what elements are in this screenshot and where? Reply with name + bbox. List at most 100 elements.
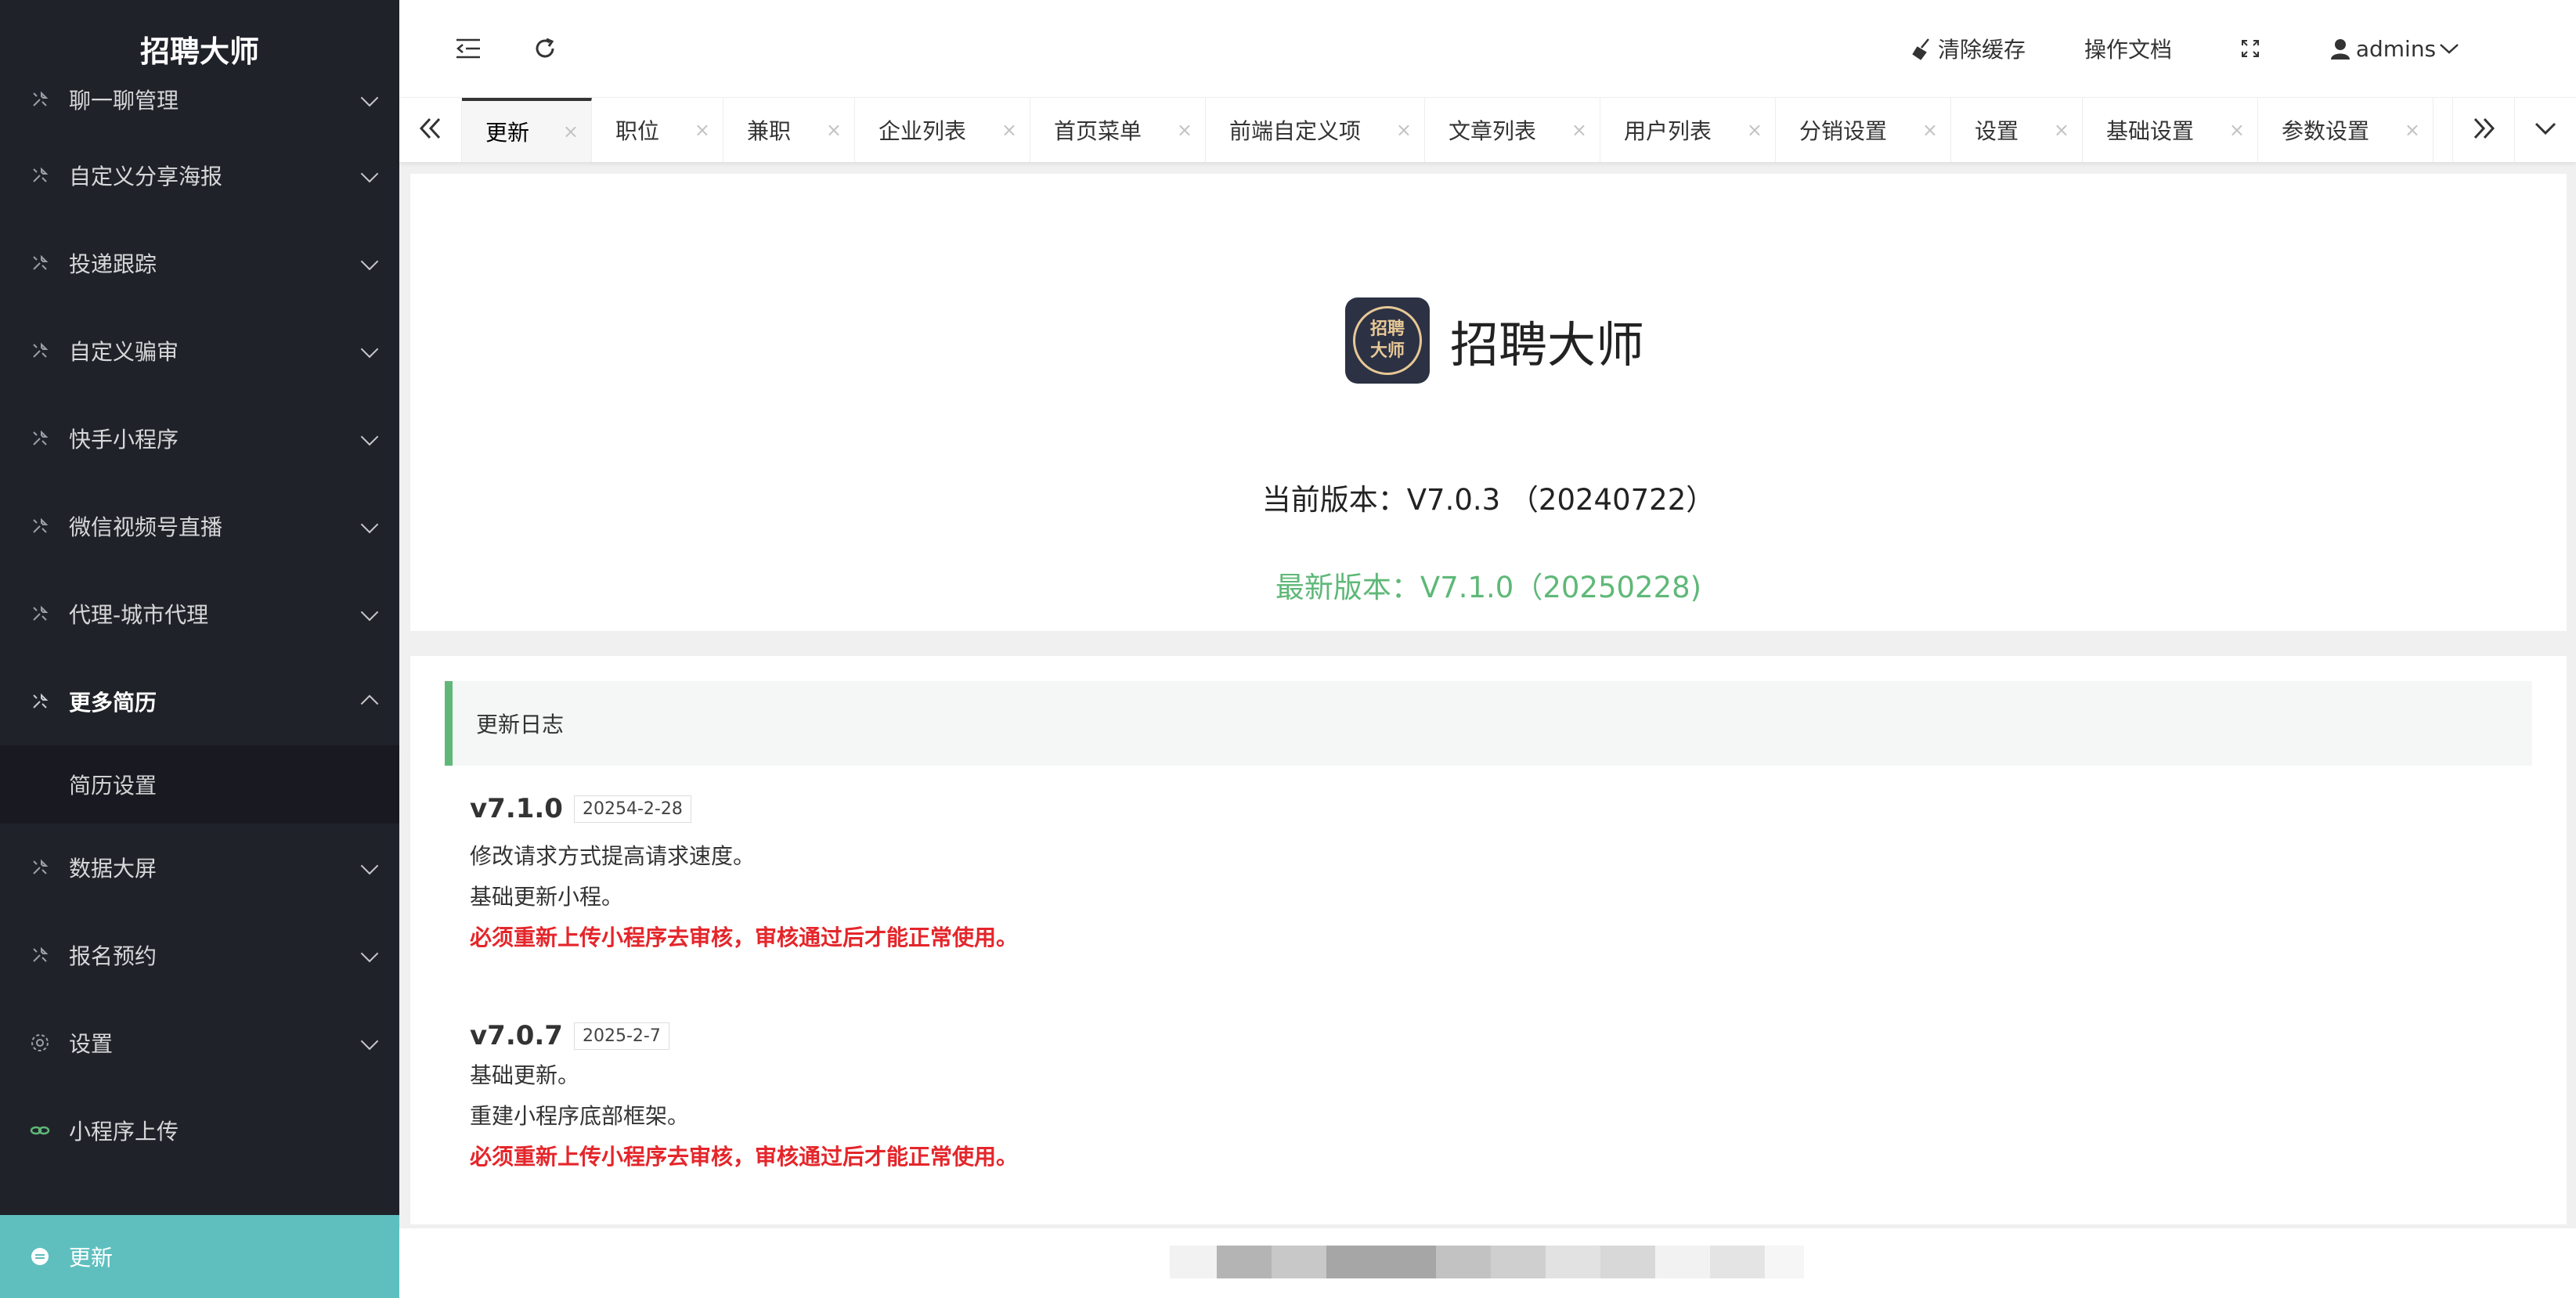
tab-part-time[interactable]: 兼职 × (723, 98, 855, 162)
tab-distribution-settings[interactable]: 分销设置 × (1776, 98, 1951, 162)
tab-label: 用户列表 (1624, 118, 1712, 144)
sidebar-item-wechat-live[interactable]: 微信视频号直播 (0, 482, 399, 570)
fullscreen-button[interactable] (2227, 0, 2274, 97)
tab-param-settings[interactable]: 参数设置 × (2258, 98, 2433, 162)
tab-label: 分销设置 (1799, 118, 1888, 144)
tools-icon (30, 604, 50, 624)
user-menu[interactable]: admins (2316, 0, 2473, 97)
close-icon[interactable]: × (695, 119, 710, 141)
version-card: 招聘 大师 招聘大师 当前版本：V7.0.3 （20240722） 最新版本：V… (410, 174, 2567, 631)
tabs-dropdown-button[interactable] (2515, 98, 2576, 162)
tools-icon (30, 516, 50, 536)
close-icon[interactable]: × (1922, 119, 1938, 141)
close-icon[interactable]: × (826, 119, 842, 141)
app-logo: 招聘 大师 (1345, 297, 1430, 384)
chevron-down-icon (360, 1032, 379, 1051)
sidebar-item-label: 数据大屏 (69, 856, 157, 882)
sidebar-item-data-screen[interactable]: 数据大屏 (0, 824, 399, 911)
tab-article-list[interactable]: 文章列表 × (1425, 98, 1600, 162)
tab-bar: 更新 × 职位 × 兼职 × 企业列表 × 首页菜单 × 前端自定义项 × 文章… (399, 97, 2576, 163)
sidebar-item-miniapp-upload[interactable]: 小程序上传 (0, 1087, 399, 1174)
close-icon[interactable]: × (1001, 119, 1017, 141)
logo-text-line1: 招聘 (1369, 319, 1405, 339)
double-chevron-right-icon (2470, 115, 2497, 145)
tabs: 更新 × 职位 × 兼职 × 企业列表 × 首页菜单 × 前端自定义项 × 文章… (462, 98, 2433, 162)
changelog-warning: 必须重新上传小程序去审核，审核通过后才能正常使用。 (470, 1144, 1019, 1170)
docs-link[interactable]: 操作文档 (2073, 0, 2183, 97)
close-icon[interactable]: × (1396, 119, 1412, 141)
indent-icon (455, 37, 482, 60)
tab-label: 企业列表 (879, 118, 967, 144)
changelog-warning: 必须重新上传小程序去审核，审核通过后才能正常使用。 (470, 925, 1019, 950)
tab-update[interactable]: 更新 × (462, 98, 592, 162)
footer (399, 1228, 2576, 1298)
refresh-button[interactable] (514, 0, 576, 97)
sidebar-item-kuaishou-miniapp[interactable]: 快手小程序 (0, 395, 399, 482)
chevron-down-icon (360, 164, 379, 183)
tab-label: 兼职 (747, 118, 792, 144)
sidebar-subitem-resume-settings[interactable]: 简历设置 (0, 745, 399, 824)
clear-cache-label: 清除缓存 (1937, 37, 2026, 63)
broom-icon (1911, 37, 1935, 60)
tools-icon (30, 857, 50, 878)
tab-frontend-custom[interactable]: 前端自定义项 × (1206, 98, 1425, 162)
sidebar-item-share-poster[interactable]: 自定义分享海报 (0, 132, 399, 219)
tab-user-list[interactable]: 用户列表 × (1600, 98, 1776, 162)
chevron-down-icon (360, 88, 379, 107)
sidebar-item-chat-management[interactable]: 聊一聊管理 (0, 67, 399, 132)
brand-logo-row: 招聘 大师 招聘大师 (1345, 297, 1644, 384)
chevron-down-icon (2534, 121, 2557, 139)
tabs-scroll-left-button[interactable] (399, 98, 462, 162)
sidebar: 招聘大师 聊一聊管理 自定义分享海报 投递跟踪 自定义骗审 快手小程序 微信视频… (0, 0, 399, 1298)
close-icon[interactable]: × (1177, 119, 1192, 141)
changelog-date-badge: 20254-2-28 (573, 795, 691, 823)
tab-basic-settings[interactable]: 基础设置 × (2083, 98, 2258, 162)
changelog-version: v7.1.0 (470, 793, 563, 824)
clear-cache-button[interactable]: 清除缓存 (1906, 0, 2031, 97)
logo-emblem: 招聘 大师 (1353, 306, 1422, 375)
username: admins (2355, 35, 2437, 62)
tab-settings[interactable]: 设置 × (1951, 98, 2083, 162)
sidebar-item-delivery-tracking[interactable]: 投递跟踪 (0, 219, 399, 307)
sidebar-item-label: 小程序上传 (69, 1119, 179, 1145)
tab-jobs[interactable]: 职位 × (592, 98, 723, 162)
changelog-version-row: v7.0.7 2025-2-7 (470, 1016, 1018, 1055)
sidebar-item-update[interactable]: 更新 (0, 1215, 399, 1298)
tab-label: 更新 (485, 120, 530, 146)
gear-icon (30, 1033, 50, 1053)
close-icon[interactable]: × (563, 121, 579, 142)
chevron-down-icon (360, 252, 379, 271)
chevron-down-icon (2439, 41, 2459, 56)
sidebar-item-more-resumes[interactable]: 更多简历 (0, 658, 399, 745)
changelog-version: v7.0.7 (470, 1020, 563, 1051)
close-icon[interactable]: × (1747, 119, 1762, 141)
sidebar-item-custom-review[interactable]: 自定义骗审 (0, 307, 399, 395)
tab-home-menu[interactable]: 首页菜单 × (1030, 98, 1206, 162)
changelog-card: 更新日志 v7.1.0 20254-2-28 修改请求方式提高请求速度。 基础更… (410, 656, 2567, 1224)
tab-company-list[interactable]: 企业列表 × (855, 98, 1030, 162)
collapse-sidebar-button[interactable] (437, 0, 500, 97)
sidebar-item-city-agent[interactable]: 代理-城市代理 (0, 570, 399, 658)
sidebar-item-label: 代理-城市代理 (69, 602, 209, 628)
close-icon[interactable]: × (2054, 119, 2069, 141)
tabs-scroll-right-button[interactable] (2452, 98, 2515, 162)
changelog-title: 更新日志 (445, 681, 2532, 766)
changelog-line: 重建小程序底部框架。 (470, 1103, 690, 1129)
chevron-up-icon (360, 694, 379, 713)
sidebar-item-label: 自定义骗审 (69, 339, 179, 365)
redacted-footer-text (1170, 1246, 1820, 1278)
tools-icon (30, 165, 50, 186)
chevron-down-icon (360, 856, 379, 875)
close-icon[interactable]: × (2229, 119, 2245, 141)
chevron-down-icon (360, 427, 379, 446)
changelog-entry: v7.1.0 20254-2-28 修改请求方式提高请求速度。 基础更新小程。 … (470, 789, 1018, 958)
changelog-line: 修改请求方式提高请求速度。 (470, 843, 756, 869)
sidebar-item-registration[interactable]: 报名预约 (0, 911, 399, 999)
close-icon[interactable]: × (2405, 119, 2420, 141)
tools-icon (30, 691, 50, 712)
close-icon[interactable]: × (1571, 119, 1587, 141)
tab-label: 基础设置 (2106, 118, 2195, 144)
sidebar-item-label: 更多简历 (69, 690, 157, 716)
sidebar-item-settings[interactable]: 设置 (0, 999, 399, 1087)
tools-icon (30, 428, 50, 449)
